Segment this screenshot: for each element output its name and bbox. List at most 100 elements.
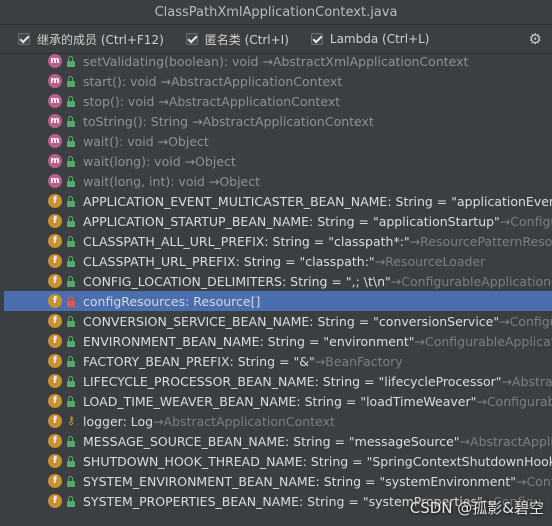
member-signature: APPLICATION_EVENT_MULTICASTER_BEAN_NAME:… <box>83 193 552 209</box>
member-origin: →ConfigurableApplicationCo <box>390 273 552 289</box>
member-signature: MESSAGE_SOURCE_BEAN_NAME: String = "mess… <box>83 433 460 449</box>
field-icon: f <box>48 494 62 508</box>
member-row[interactable]: m setValidating(boolean): void →AbstractX… <box>4 51 552 71</box>
inherited-members-label: 继承的成员 (Ctrl+F12) <box>37 32 164 47</box>
private-lock-icon <box>66 295 76 307</box>
public-lock-icon <box>66 255 76 267</box>
popup-title: ClassPathXmlApplicationContext.java <box>0 0 552 25</box>
public-lock-icon <box>66 435 76 447</box>
field-icon: f <box>48 414 62 428</box>
public-lock-icon <box>66 175 76 187</box>
member-signature: configResources: Resource[] <box>83 293 261 309</box>
member-signature: CONVERSION_SERVICE_BEAN_NAME: String = "… <box>83 313 500 329</box>
lambda-checkbox[interactable] <box>310 33 323 45</box>
method-icon: m <box>48 114 62 128</box>
member-signature: SHUTDOWN_HOOK_THREAD_NAME: String = "Spr… <box>83 453 552 469</box>
member-origin: →ResourcePatternResolver <box>409 233 552 249</box>
member-origin: →Configurab <box>499 313 552 329</box>
member-row[interactable]: f LIFECYCLE_PROCESSOR_BEAN_NAME: String =… <box>4 371 552 391</box>
member-signature: stop(): void →AbstractApplicationContext <box>83 93 341 109</box>
watermark: CSDN @孤影&碧空 <box>409 499 544 517</box>
field-icon: f <box>48 254 62 268</box>
inherited-members-checkbox[interactable] <box>18 33 30 45</box>
member-origin: →Configu <box>515 473 552 489</box>
method-icon: m <box>48 74 62 88</box>
member-row[interactable]: m wait(long): void →Object <box>4 151 552 171</box>
anonymous-classes-label: 匿名类 (Ctrl+I) <box>204 32 289 47</box>
field-icon: f <box>48 434 62 448</box>
member-origin: →AbstractApplicationContext <box>153 413 335 429</box>
anonymous-classes-filter[interactable]: 匿名类 (Ctrl+I) <box>185 31 289 48</box>
member-list[interactable]: m setValidating(boolean): void →AbstractX… <box>4 51 552 511</box>
field-icon: f <box>48 234 62 248</box>
member-row[interactable]: f APPLICATION_STARTUP_BEAN_NAME: String =… <box>4 211 552 231</box>
field-icon: f <box>48 374 62 388</box>
public-lock-icon <box>66 395 76 407</box>
member-row[interactable]: f ⚷ logger: Log →AbstractApplicationContex… <box>4 411 552 431</box>
member-signature: wait(long): void →Object <box>83 153 236 169</box>
public-lock-icon <box>66 215 76 227</box>
field-icon: f <box>48 294 62 308</box>
public-lock-icon <box>66 75 76 87</box>
member-row[interactable]: m toString(): String →AbstractApplication… <box>4 111 552 131</box>
key-icon: ⚷ <box>66 414 76 427</box>
member-origin: →AbstractApplicati <box>459 433 552 449</box>
gear-icon[interactable]: ⚙ <box>529 30 542 48</box>
member-row[interactable]: f APPLICATION_EVENT_MULTICASTER_BEAN_NAME… <box>4 191 552 211</box>
field-icon: f <box>48 354 62 368</box>
field-icon: f <box>48 334 62 348</box>
member-row[interactable]: f FACTORY_BEAN_PREFIX: String = "&" →Bean… <box>4 351 552 371</box>
member-signature: setValidating(boolean): void →AbstractXm… <box>83 53 469 69</box>
public-lock-icon <box>66 195 76 207</box>
method-icon: m <box>48 174 62 188</box>
method-icon: m <box>48 94 62 108</box>
inherited-members-filter[interactable]: 继承的成员 (Ctrl+F12) <box>18 31 164 48</box>
member-signature: logger: Log <box>83 413 154 429</box>
member-row[interactable]: m wait(long, int): void →Object <box>4 171 552 191</box>
public-lock-icon <box>66 275 76 287</box>
member-signature: CLASSPATH_ALL_URL_PREFIX: String = "clas… <box>83 233 410 249</box>
member-row[interactable]: f CONVERSION_SERVICE_BEAN_NAME: String = … <box>4 311 552 331</box>
member-row[interactable]: f LOAD_TIME_WEAVER_BEAN_NAME: String = "l… <box>4 391 552 411</box>
member-origin: →Configura <box>499 213 552 229</box>
member-origin: →AbstractAp <box>501 373 552 389</box>
member-row[interactable]: m start(): void →AbstractApplicationConte… <box>4 71 552 91</box>
member-row[interactable]: m wait(): void →Object <box>4 131 552 151</box>
field-icon: f <box>48 474 62 488</box>
member-row[interactable]: f ENVIRONMENT_BEAN_NAME: String = "enviro… <box>4 331 552 351</box>
method-icon: m <box>48 134 62 148</box>
member-row[interactable]: f configResources: Resource[] <box>4 291 552 311</box>
public-lock-icon <box>66 135 76 147</box>
method-icon: m <box>48 54 62 68</box>
field-icon: f <box>48 394 62 408</box>
member-signature: LOAD_TIME_WEAVER_BEAN_NAME: String = "lo… <box>83 393 477 409</box>
member-row[interactable]: m stop(): void →AbstractApplicationContex… <box>4 91 552 111</box>
public-lock-icon <box>66 95 76 107</box>
member-row[interactable]: f SYSTEM_ENVIRONMENT_BEAN_NAME: String = … <box>4 471 552 491</box>
lambda-filter[interactable]: Lambda (Ctrl+L) <box>310 32 430 46</box>
member-row[interactable]: f CLASSPATH_URL_PREFIX: String = "classpa… <box>4 251 552 271</box>
member-row[interactable]: f MESSAGE_SOURCE_BEAN_NAME: String = "mes… <box>4 431 552 451</box>
member-origin: →ConfigurableA <box>476 393 552 409</box>
member-origin: →ConfigurableApplicatio <box>414 333 552 349</box>
public-lock-icon <box>66 155 76 167</box>
anonymous-classes-checkbox[interactable] <box>185 33 198 45</box>
member-signature: wait(long, int): void →Object <box>83 173 261 189</box>
member-signature: start(): void →AbstractApplicationContex… <box>83 73 343 89</box>
public-lock-icon <box>66 355 76 367</box>
member-signature: APPLICATION_STARTUP_BEAN_NAME: String = … <box>83 213 500 229</box>
public-lock-icon <box>66 55 76 67</box>
public-lock-icon <box>66 495 76 507</box>
lambda-label: Lambda (Ctrl+L) <box>329 32 430 46</box>
member-row[interactable]: f CLASSPATH_ALL_URL_PREFIX: String = "cla… <box>4 231 552 251</box>
structure-popup: ClassPathXmlApplicationContext.java 继承的成… <box>0 0 552 526</box>
field-icon: f <box>48 314 62 328</box>
public-lock-icon <box>66 235 76 247</box>
public-lock-icon <box>66 115 76 127</box>
field-icon: f <box>48 274 62 288</box>
member-row[interactable]: f SHUTDOWN_HOOK_THREAD_NAME: String = "Sp… <box>4 451 552 471</box>
member-signature: wait(): void →Object <box>83 133 209 149</box>
member-signature: toString(): String →AbstractApplicationC… <box>83 113 374 129</box>
public-lock-icon <box>66 335 76 347</box>
member-row[interactable]: f CONFIG_LOCATION_DELIMITERS: String = ",… <box>4 271 552 291</box>
